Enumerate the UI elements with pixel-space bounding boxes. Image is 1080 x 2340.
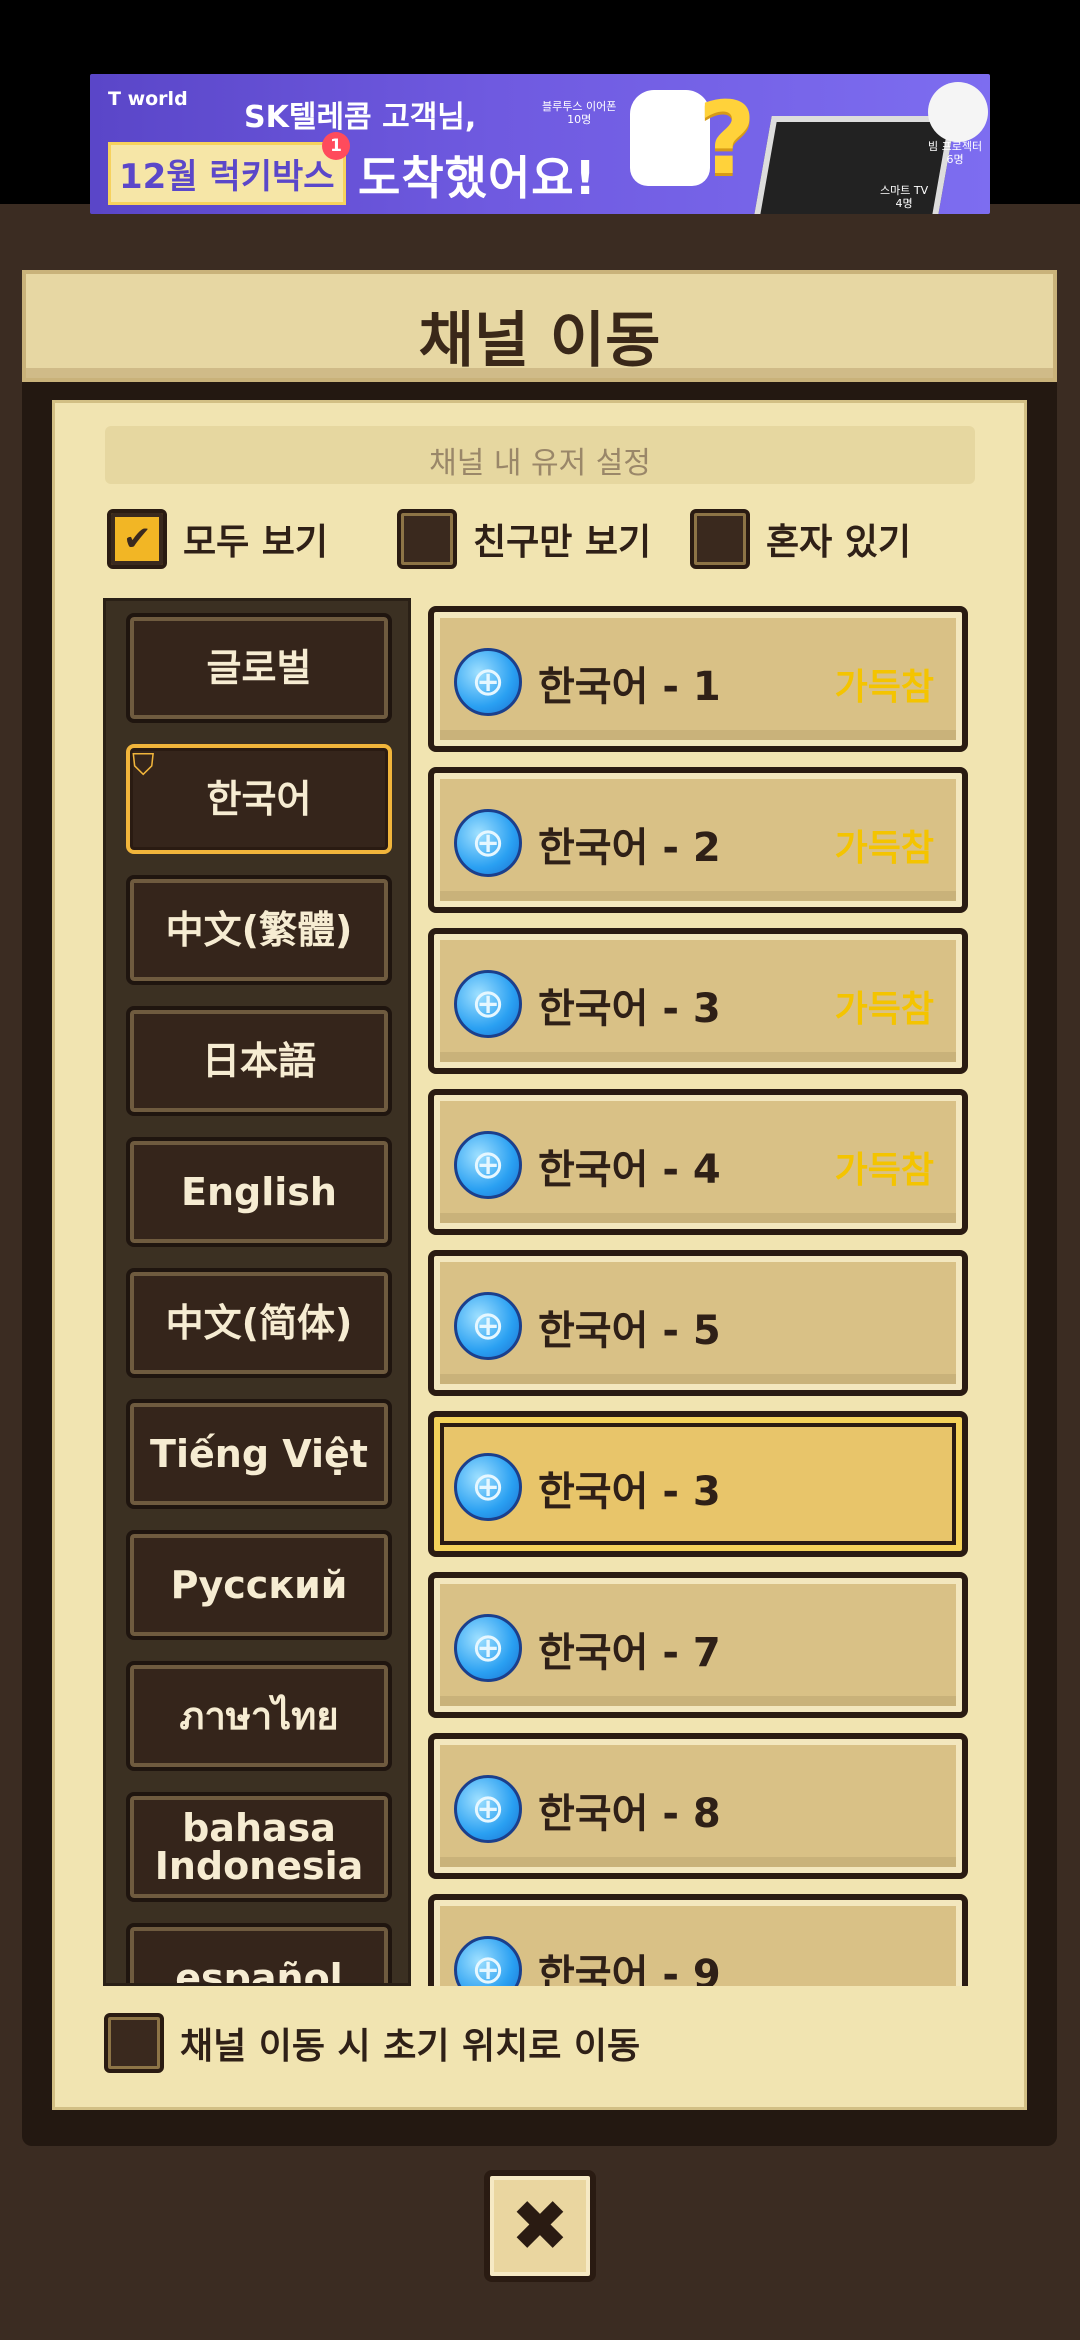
channel-item[interactable]: ⊕ 한국어 - 7 <box>428 1572 968 1718</box>
ad-box-label: 12월 럭키박스 <box>108 142 346 205</box>
channel-item[interactable]: ⊕ 한국어 - 4 가득참 <box>428 1089 968 1235</box>
channel-name: 한국어 - 3 <box>538 1469 721 1515</box>
question-mark-icon: ? <box>698 80 757 197</box>
language-label: 한국어 <box>206 777 312 821</box>
language-item-korean[interactable]: ⛉ 한국어 <box>126 744 392 854</box>
language-item-vietnamese[interactable]: Tiếng Việt <box>126 1399 392 1509</box>
ad-prize-tv-title: 스마트 TV <box>880 184 929 197</box>
alone-label: 혼자 있기 <box>766 522 912 563</box>
option-reset-position[interactable]: 채널 이동 시 초기 위치로 이동 <box>104 2010 640 2076</box>
friends-only-checkbox[interactable] <box>397 509 457 569</box>
channel-item[interactable]: ⊕ 한국어 - 8 <box>428 1733 968 1879</box>
language-item-global[interactable]: 글로벌 <box>126 613 392 723</box>
channel-name: 한국어 - 5 <box>538 1308 721 1354</box>
language-label: Русский <box>170 1563 348 1607</box>
channel-name: 한국어 - 9 <box>538 1952 721 1986</box>
globe-icon: ⊕ <box>454 970 522 1038</box>
globe-icon: ⊕ <box>454 1131 522 1199</box>
ad-prize-projector-title: 빔 프로젝터 <box>928 140 983 153</box>
ad-prize-earbuds-count: 10명 <box>567 113 592 126</box>
ad-banner[interactable]: T world SK텔레콤 고객님, 12월 럭키박스 1 도착했어요! ? 블… <box>90 74 990 214</box>
language-label: 글로벌 <box>206 646 312 690</box>
dialog-title: 채널 이동 <box>418 306 661 376</box>
ad-count-badge: 1 <box>322 132 350 160</box>
ad-prize-tv-count: 4명 <box>895 197 913 210</box>
channel-name: 한국어 - 4 <box>538 1147 721 1193</box>
channel-status: 가득참 <box>834 667 934 708</box>
ad-subheadline: 도착했어요! <box>358 151 597 205</box>
language-item-zh-hant[interactable]: 中文(繁體) <box>126 875 392 985</box>
globe-icon: ⊕ <box>454 1775 522 1843</box>
channel-name: 한국어 - 1 <box>538 664 721 710</box>
ad-brand: T world <box>108 88 188 110</box>
channel-name: 한국어 - 3 <box>538 986 721 1032</box>
channel-item-current[interactable]: ⊕ 한국어 - 3 <box>428 1411 968 1557</box>
show-all-label: 모두 보기 <box>183 522 329 563</box>
language-label: 中文(繁體) <box>165 908 353 952</box>
channel-item[interactable]: ⊕ 한국어 - 2 가득참 <box>428 767 968 913</box>
channel-status: 가득참 <box>834 989 934 1030</box>
option-show-all[interactable]: ✔ 모두 보기 <box>107 506 328 572</box>
language-item-english[interactable]: English <box>126 1137 392 1247</box>
globe-icon: ⊕ <box>454 648 522 716</box>
channel-item[interactable]: ⊕ 한국어 - 3 가득참 <box>428 928 968 1074</box>
ad-prize-earbuds: 블루투스 이어폰 10명 <box>542 100 616 126</box>
ad-prize-projector: 빔 프로젝터 6명 <box>928 140 982 166</box>
channel-item[interactable]: ⊕ 한국어 - 9 <box>428 1894 968 1986</box>
language-label: bahasa Indonesia <box>154 1806 364 1888</box>
option-friends-only[interactable]: 친구만 보기 <box>397 506 651 572</box>
globe-icon: ⊕ <box>454 1614 522 1682</box>
user-settings-label: 채널 내 유저 설정 <box>429 446 651 481</box>
close-icon: ✖ <box>510 2185 570 2267</box>
language-item-japanese[interactable]: 日本語 <box>126 1006 392 1116</box>
dialog-header: 채널 이동 <box>22 270 1057 382</box>
option-alone[interactable]: 혼자 있기 <box>690 506 911 572</box>
projector-image <box>928 82 988 142</box>
globe-icon: ⊕ <box>454 1453 522 1521</box>
check-icon: ✔ <box>123 519 152 559</box>
channel-status: 가득참 <box>834 1150 934 1191</box>
language-label: 日本語 <box>201 1039 316 1083</box>
language-label: English <box>181 1170 337 1214</box>
reset-position-label: 채널 이동 시 초기 위치로 이동 <box>180 2026 641 2067</box>
reset-position-checkbox[interactable] <box>104 2013 164 2073</box>
language-item-spanish[interactable]: español <box>126 1923 392 1986</box>
language-item-zh-hans[interactable]: 中文(简体) <box>126 1268 392 1378</box>
language-item-russian[interactable]: Русский <box>126 1530 392 1640</box>
user-settings-header: 채널 내 유저 설정 <box>105 426 975 484</box>
channel-item[interactable]: ⊕ 한국어 - 1 가득참 <box>428 606 968 752</box>
globe-icon: ⊕ <box>454 1292 522 1360</box>
close-button[interactable]: ✖ <box>484 2170 596 2282</box>
friends-only-label: 친구만 보기 <box>473 522 652 563</box>
ad-prize-tv: 스마트 TV 4명 <box>880 184 928 210</box>
language-item-thai[interactable]: ภาษาไทย <box>126 1661 392 1771</box>
language-label: español <box>175 1956 343 1986</box>
language-list[interactable]: 글로벌 ⛉ 한국어 中文(繁體) 日本語 English 中文(简体) Tiến… <box>103 598 411 1986</box>
language-label: Tiếng Việt <box>150 1432 368 1476</box>
channel-list[interactable]: ⊕ 한국어 - 1 가득참 ⊕ 한국어 - 2 가득참 ⊕ 한국어 - 3 가득… <box>428 600 968 1986</box>
channel-item[interactable]: ⊕ 한국어 - 5 <box>428 1250 968 1396</box>
globe-icon: ⊕ <box>454 1936 522 1986</box>
channel-name: 한국어 - 7 <box>538 1630 721 1676</box>
channel-name: 한국어 - 8 <box>538 1791 721 1837</box>
shield-badge-icon: ⛉ <box>132 748 155 783</box>
ad-headline: SK텔레콤 고객님, <box>244 100 477 135</box>
ad-prize-projector-count: 6명 <box>946 153 964 166</box>
alone-checkbox[interactable] <box>690 509 750 569</box>
language-label: 中文(简体) <box>165 1301 353 1345</box>
globe-icon: ⊕ <box>454 809 522 877</box>
ad-prize-earbuds-title: 블루투스 이어폰 <box>542 100 617 113</box>
language-item-indonesian[interactable]: bahasa Indonesia <box>126 1792 392 1902</box>
channel-name: 한국어 - 2 <box>538 825 721 871</box>
show-all-checkbox[interactable]: ✔ <box>107 509 167 569</box>
language-label: ภาษาไทย <box>179 1694 339 1738</box>
channel-status: 가득참 <box>834 828 934 869</box>
